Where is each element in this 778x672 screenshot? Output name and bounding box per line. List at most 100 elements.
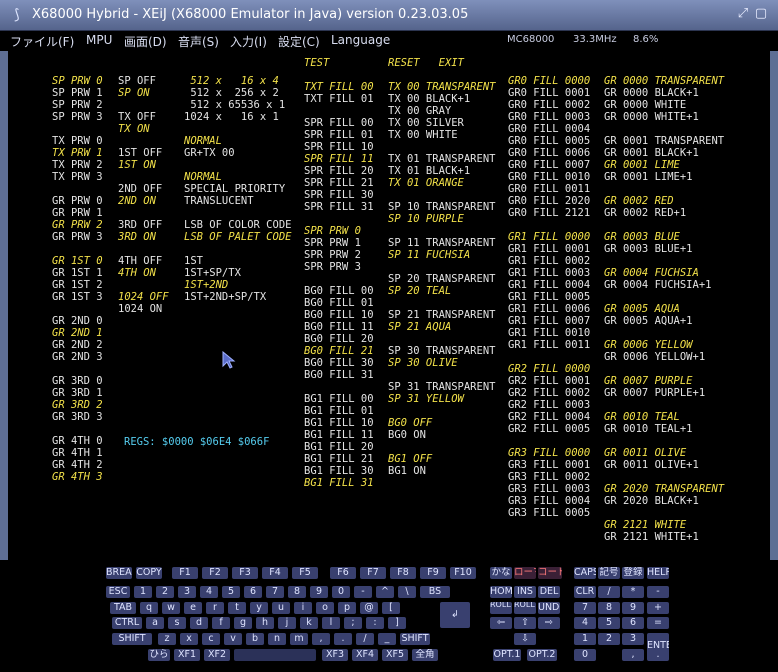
key-4-8[interactable]: , (312, 633, 330, 645)
screen-option[interactable]: SP 20 TEAL (388, 285, 451, 297)
key-1-1[interactable]: 1 (134, 586, 152, 598)
key-4-9[interactable]: . (334, 633, 352, 645)
screen-option[interactable]: 1024 OFF (118, 291, 169, 303)
screen-option[interactable]: GR 0000 WHITE (604, 99, 686, 111)
key-1-13[interactable]: \ (398, 586, 416, 598)
screen-option[interactable]: 2ND OFF (118, 183, 162, 195)
screen-option[interactable]: GR 0001 TRANSPARENT (604, 135, 724, 147)
key-5-8[interactable]: OPT.2 (527, 649, 557, 661)
key-3-0[interactable]: CTRL (112, 617, 142, 629)
screen-option[interactable]: GR1 FILL 0005 (508, 291, 590, 303)
key-4-14[interactable]: 1 (574, 633, 596, 645)
screen-option[interactable]: 2ND ON (118, 195, 156, 207)
key-0-15[interactable]: CAPS (574, 567, 596, 579)
screen-option[interactable]: GR 3RD 3 (52, 411, 103, 423)
screen-option[interactable]: GR0 FILL 2020 (508, 195, 590, 207)
screen-option[interactable]: TXT FILL 01 (304, 93, 374, 105)
screen-option[interactable]: GR 4TH 2 (52, 459, 103, 471)
screen-option[interactable]: TX ON (118, 123, 150, 135)
screen-option[interactable]: SPR FILL 31 (304, 201, 374, 213)
space-key[interactable] (234, 649, 316, 661)
screen-option[interactable]: GR1 FILL 0002 (508, 255, 590, 267)
screen-option[interactable]: SP 31 TRANSPARENT (388, 381, 495, 393)
screen-option[interactable]: GR1 FILL 0003 (508, 267, 590, 279)
screen-option[interactable]: 1ST OFF (118, 147, 162, 159)
screen-option[interactable]: TX 00 GRAY (388, 105, 451, 117)
screen-option[interactable]: SP 21 TRANSPARENT (388, 309, 495, 321)
key-3-13[interactable]: ⇦ (490, 617, 512, 629)
menu-file[interactable]: ファイル(F) (10, 33, 74, 50)
key-1-11[interactable]: - (354, 586, 372, 598)
key-0-8[interactable]: F7 (360, 567, 386, 579)
menu-sound[interactable]: 音声(S) (178, 33, 219, 50)
key-1-17[interactable]: DEL (538, 586, 560, 598)
key-3-9[interactable]: l (322, 617, 340, 629)
screen-option[interactable]: GR 2ND 2 (52, 339, 103, 351)
screen-option[interactable]: GR 0006 YELLOW (604, 339, 693, 351)
key-0-10[interactable]: F9 (420, 567, 446, 579)
key-5-6[interactable]: 全角 (412, 649, 438, 661)
screen-option[interactable]: GR 0005 AQUA (604, 303, 680, 315)
screen-option[interactable]: GR 0004 FUCHSIA (604, 267, 699, 279)
screen-option[interactable]: GR PRW 2 (52, 219, 103, 231)
screen-option[interactable]: GR 0005 AQUA+1 (604, 315, 693, 327)
screen-option[interactable]: BG0 OFF (388, 417, 432, 429)
key-3-4[interactable]: f (212, 617, 230, 629)
key-0-7[interactable]: F6 (330, 567, 356, 579)
screen-option[interactable]: GR2 FILL 0001 (508, 375, 590, 387)
screen-option[interactable]: SP 30 TRANSPARENT (388, 345, 495, 357)
screen-option[interactable]: SPECIAL PRIORITY (184, 183, 285, 195)
screen-option[interactable]: GR 0003 BLUE+1 (604, 243, 693, 255)
key-3-15[interactable]: ⇨ (538, 617, 560, 629)
key-2-15[interactable]: ROLL DOWN (514, 602, 536, 614)
key-3-2[interactable]: s (168, 617, 186, 629)
key-5-2[interactable]: XF2 (204, 649, 230, 661)
key-0-5[interactable]: F4 (262, 567, 288, 579)
screen-option[interactable]: BG1 FILL 30 (304, 465, 374, 477)
key-5-10[interactable]: , (622, 649, 644, 661)
key-4-6[interactable]: n (268, 633, 286, 645)
screen-option[interactable]: SP PRW 0 (52, 75, 103, 87)
screen-option[interactable]: GR 3RD 1 (52, 387, 103, 399)
screen-option[interactable]: 1ST (184, 255, 203, 267)
screen-option[interactable]: BG0 FILL 20 (304, 333, 374, 345)
screen-option[interactable]: NORMAL (184, 135, 222, 147)
key-1-18[interactable]: CLR (574, 586, 596, 598)
screen-option[interactable]: TX PRW 0 (52, 135, 103, 147)
screen-option[interactable]: BG1 FILL 10 (304, 417, 374, 429)
key-0-11[interactable]: F10 (450, 567, 476, 579)
screen-option[interactable]: BG1 FILL 21 (304, 453, 374, 465)
key-2-9[interactable]: o (316, 602, 334, 614)
screen-option[interactable]: GR2 FILL 0002 (508, 387, 590, 399)
screen-option[interactable]: BG0 FILL 11 (304, 321, 374, 333)
key-1-14[interactable]: BS (420, 586, 450, 598)
key-3-14[interactable]: ⇧ (514, 617, 536, 629)
key-1-2[interactable]: 2 (156, 586, 174, 598)
menu-display[interactable]: 画面(D) (124, 33, 167, 50)
key-0-17[interactable]: 登録 (622, 567, 644, 579)
screen-option[interactable]: GR 4TH 0 (52, 435, 103, 447)
screen-option[interactable]: TX PRW 1 (52, 147, 103, 159)
key-0-14[interactable]: コード (538, 567, 562, 579)
screen-option[interactable]: GR0 FILL 0006 (508, 147, 590, 159)
screen-option[interactable]: 1ST+SP/TX (184, 267, 241, 279)
screen-option[interactable]: GR PRW 0 (52, 195, 103, 207)
menu-mpu[interactable]: MPU (86, 33, 112, 47)
screen-option[interactable]: TX 01 BLACK+1 (388, 165, 470, 177)
key-4-5[interactable]: b (246, 633, 264, 645)
screen-option[interactable]: TX 00 TRANSPARENT (388, 81, 495, 93)
key-5-5[interactable]: XF5 (382, 649, 408, 661)
screen-option[interactable]: 1ST ON (118, 159, 156, 171)
key-3-1[interactable]: a (146, 617, 164, 629)
screen-option[interactable]: SPR FILL 01 (304, 129, 374, 141)
key-2-2[interactable]: w (162, 602, 180, 614)
key-1-20[interactable]: * (622, 586, 644, 598)
screen-option[interactable]: GR1 FILL 0010 (508, 327, 590, 339)
screen-option[interactable]: TX PRW 2 (52, 159, 103, 171)
screen-option[interactable]: GR1 FILL 0006 (508, 303, 590, 315)
minimize-icon[interactable]: ▢ (754, 7, 768, 21)
screen-option[interactable]: GR 2121 WHITE+1 (604, 531, 699, 543)
key-2-12[interactable]: [ (382, 602, 400, 614)
key-1-0[interactable]: ESC (106, 586, 130, 598)
screen-option[interactable]: GR0 FILL 0001 (508, 87, 590, 99)
